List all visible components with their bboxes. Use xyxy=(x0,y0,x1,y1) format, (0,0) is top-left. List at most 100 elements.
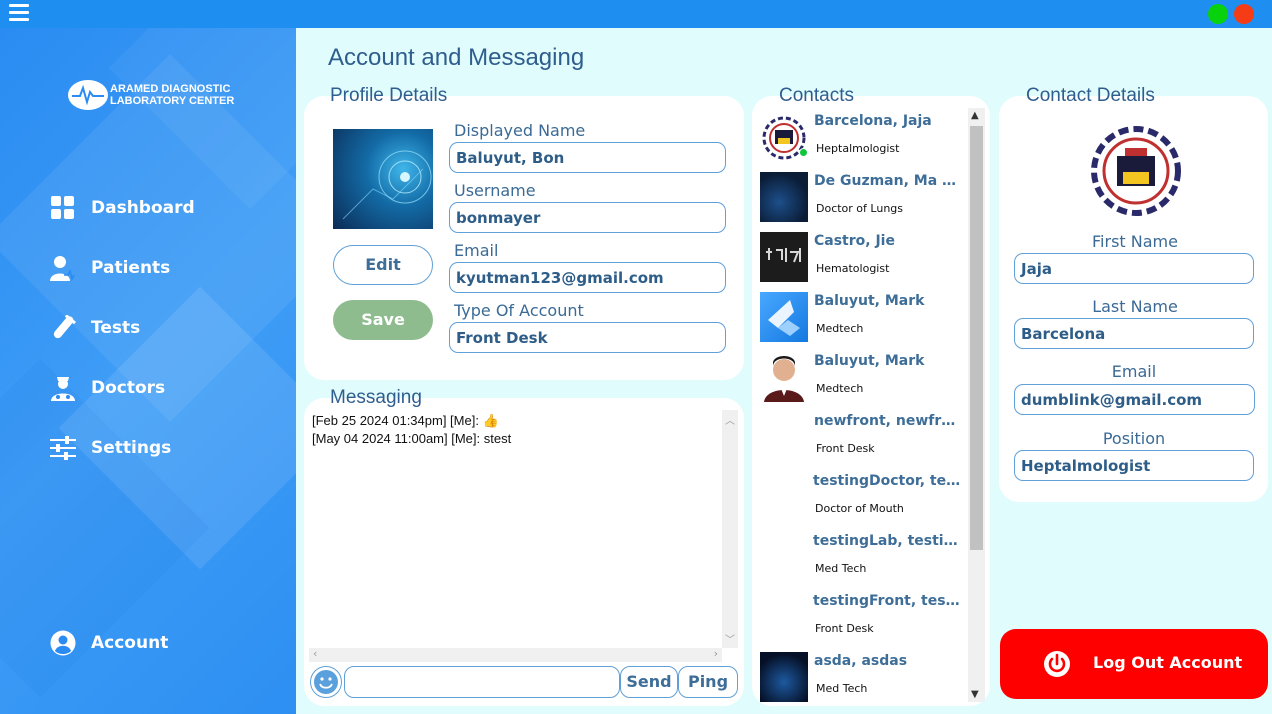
account-type-field[interactable]: Front Desk xyxy=(449,322,726,353)
settings-sliders-icon xyxy=(50,435,76,461)
sidebar-item-doctors[interactable]: Doctors xyxy=(50,375,165,401)
contact-name: Baluyut, Mark xyxy=(814,293,925,309)
account-type-label: Type Of Account xyxy=(454,301,584,320)
minimize-button[interactable] xyxy=(1208,4,1228,24)
message-line: [Feb 25 2024 01:34pm] [Me]: 👍 xyxy=(312,413,499,428)
scroll-right-icon[interactable]: › xyxy=(714,647,718,660)
contact-item[interactable]: testingLab, testingLab Med Tech xyxy=(758,528,963,588)
logo-line1: ARAMED DIAGNOSTIC xyxy=(110,83,231,95)
contact-name: testingLab, testingLab xyxy=(813,533,961,549)
menu-icon[interactable] xyxy=(9,4,29,22)
contact-item[interactable]: testingDoctor, testingDoctor Doctor of M… xyxy=(758,468,963,528)
logo-line2: LABORATORY CENTER xyxy=(110,95,235,107)
contact-role: Doctor of Mouth xyxy=(815,502,904,515)
save-button[interactable]: Save xyxy=(333,300,433,340)
profile-picture xyxy=(333,129,433,229)
logout-button[interactable]: Log Out Account xyxy=(1000,629,1268,699)
sidebar-item-label: Patients xyxy=(91,258,171,278)
contact-name: Castro, Jie xyxy=(814,233,895,249)
contact-avatar xyxy=(760,172,808,222)
message-vertical-scrollbar[interactable]: ︿ ﹀ xyxy=(722,410,738,648)
emoji-button[interactable] xyxy=(310,666,342,698)
contact-item[interactable]: De Guzman, Ma Teresa Doctor of Lungs xyxy=(759,168,964,228)
contact-item[interactable]: Barcelona, Jaja Heptalmologist xyxy=(759,108,964,168)
contact-item[interactable]: testingFront, testingFront Front Desk xyxy=(758,588,963,648)
logo-icon xyxy=(68,80,108,110)
sidebar-item-label: Account xyxy=(91,633,169,653)
contact-name: testingFront, testingFront xyxy=(813,593,961,609)
contact-role: Medtech xyxy=(816,382,864,395)
contact-details-section-label: Contact Details xyxy=(1026,85,1155,106)
email-label: Email xyxy=(454,241,499,260)
contact-item[interactable]: Castro, Jie Hematologist xyxy=(759,228,964,288)
contact-item[interactable]: Baluyut, Mark Medtech xyxy=(759,348,964,408)
logout-label: Log Out Account xyxy=(1093,653,1243,672)
contacts-section-label: Contacts xyxy=(779,85,854,106)
contact-item[interactable]: newfront, newfront Front Desk xyxy=(759,408,964,468)
contact-name: De Guzman, Ma Teresa xyxy=(814,173,962,189)
first-name-field[interactable]: Jaja xyxy=(1014,253,1254,284)
message-horizontal-scrollbar[interactable]: ‹ › xyxy=(309,647,722,662)
sidebar-item-patients[interactable]: Patients xyxy=(50,255,171,282)
last-name-field[interactable]: Barcelona xyxy=(1014,318,1254,349)
position-field[interactable]: Heptalmologist xyxy=(1014,450,1254,481)
scroll-down-icon[interactable]: ▼ xyxy=(971,689,979,700)
online-status-indicator xyxy=(799,148,808,157)
contact-role: Front Desk xyxy=(815,622,874,635)
patient-icon xyxy=(50,255,76,282)
sidebar-item-label: Doctors xyxy=(91,378,166,398)
scroll-down-icon[interactable]: ﹀ xyxy=(725,631,735,646)
sidebar-item-account[interactable]: Account xyxy=(50,630,168,656)
contact-name: testingDoctor, testingDoctor xyxy=(813,473,961,489)
contact-role: Med Tech xyxy=(815,562,867,575)
smiley-icon xyxy=(314,670,338,694)
sidebar-item-label: Tests xyxy=(91,318,141,338)
send-button[interactable]: Send xyxy=(620,666,678,698)
contact-name: newfront, newfront xyxy=(814,413,962,429)
edit-button[interactable]: Edit xyxy=(333,245,433,285)
message-line: [May 04 2024 11:00am] [Me]: stest xyxy=(312,431,512,446)
contact-email-label: Email xyxy=(1111,362,1157,381)
contact-role: Front Desk xyxy=(816,442,875,455)
messaging-section-label: Messaging xyxy=(330,387,422,408)
page-title: Account and Messaging xyxy=(328,44,585,71)
contact-role: Heptalmologist xyxy=(816,142,900,155)
displayed-name-label: Displayed Name xyxy=(454,121,586,140)
contact-avatar xyxy=(760,352,808,402)
contacts-scrollbar[interactable]: ▲ ▼ xyxy=(968,108,985,702)
scroll-up-icon[interactable]: ▲ xyxy=(971,110,979,121)
email-field[interactable]: kyutman123@gmail.com xyxy=(449,262,726,293)
username-field[interactable]: bonmayer xyxy=(449,202,726,233)
contact-role: Medtech xyxy=(816,322,864,335)
position-label: Position xyxy=(1102,429,1166,448)
contact-details-avatar xyxy=(1085,120,1187,222)
contact-avatar xyxy=(760,652,808,702)
title-bar xyxy=(0,0,1272,28)
sidebar-item-label: Settings xyxy=(91,438,172,458)
sidebar: ARAMED DIAGNOSTIC LABORATORY CENTER Dash… xyxy=(0,28,296,714)
contact-role: Med Tech xyxy=(816,682,868,695)
close-button[interactable] xyxy=(1234,4,1254,24)
sidebar-item-dashboard[interactable]: Dashboard xyxy=(50,195,195,221)
power-icon xyxy=(1044,651,1070,677)
displayed-name-field[interactable]: Baluyut, Bon xyxy=(449,142,726,173)
contact-item[interactable]: Baluyut, Mark Medtech xyxy=(759,288,964,348)
message-input[interactable] xyxy=(344,666,620,698)
scroll-up-icon[interactable]: ︿ xyxy=(725,412,735,427)
test-tube-icon xyxy=(50,314,76,341)
ping-button[interactable]: Ping xyxy=(678,666,738,698)
brand-logo: ARAMED DIAGNOSTIC LABORATORY CENTER xyxy=(68,80,234,110)
scroll-left-icon[interactable]: ‹ xyxy=(313,647,317,660)
sidebar-item-settings[interactable]: Settings xyxy=(50,435,171,461)
contact-avatar xyxy=(760,292,808,342)
scroll-thumb[interactable] xyxy=(970,126,983,550)
user-circle-icon xyxy=(50,630,76,656)
sidebar-item-tests[interactable]: Tests xyxy=(50,314,141,341)
contact-role: Doctor of Lungs xyxy=(816,202,904,215)
contact-item[interactable]: asda, asdas Med Tech xyxy=(759,648,964,702)
sidebar-item-label: Dashboard xyxy=(91,198,195,218)
contact-role: Hematologist xyxy=(816,262,890,275)
profile-section-label: Profile Details xyxy=(330,85,448,106)
message-log[interactable]: [Feb 25 2024 01:34pm] [Me]: 👍 [May 04 20… xyxy=(309,410,722,648)
contact-email-field[interactable]: dumblink@gmail.com xyxy=(1014,384,1255,415)
